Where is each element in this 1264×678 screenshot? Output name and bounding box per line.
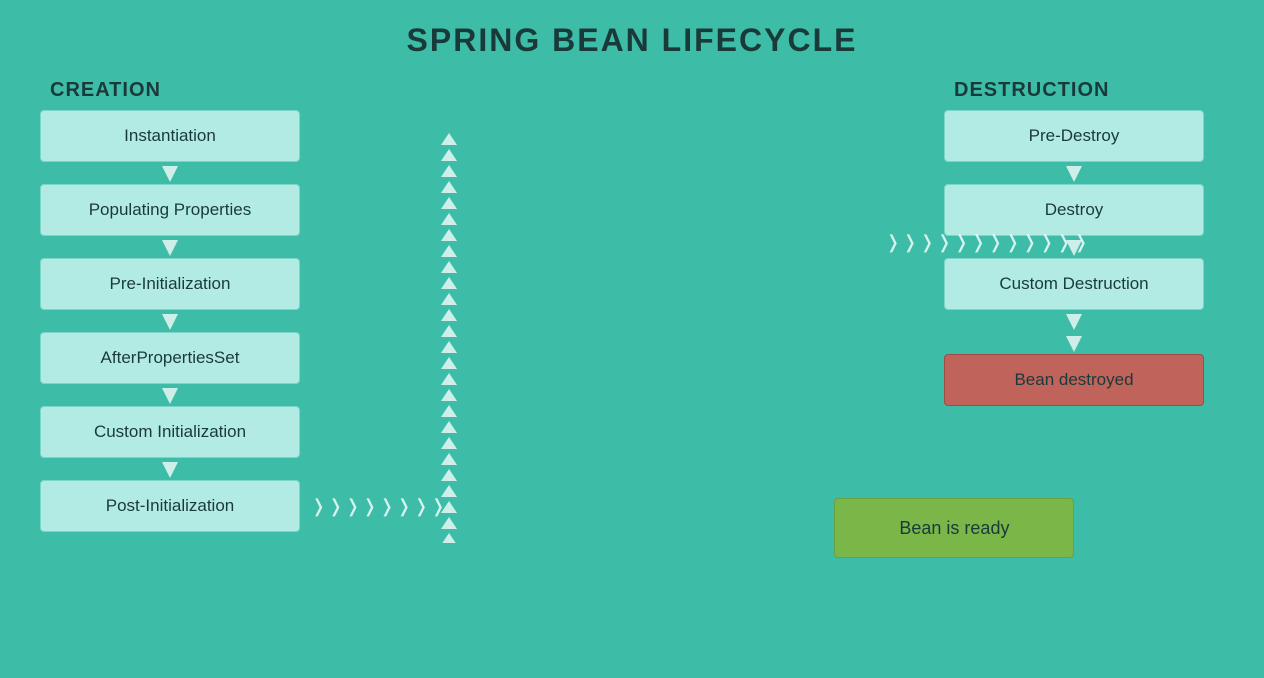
arrow-1 [40,164,300,182]
bean-destroyed-box: Bean destroyed [944,354,1204,406]
d-arrow-4 [944,334,1204,352]
creation-column: CREATION Instantiation Populating Proper… [40,79,344,532]
vertical-arrows-svg [431,123,467,543]
pre-destroy-box: Pre-Destroy [944,110,1204,162]
arrow-3 [40,312,300,330]
bean-ready-box: Bean is ready [834,498,1074,558]
top-horizontal-arrows: ❭ ❭ ❭ ❭ ❭ ❭ ❭ ❭ ❭ ❭ ❭ ❭ [884,233,1089,251]
instantiation-box: Instantiation [40,110,300,162]
bean-ready-area: Bean is ready [834,498,1074,558]
destruction-label: DESTRUCTION [954,79,1109,102]
populating-properties-box: Populating Properties [40,184,300,236]
arrow-5 [40,460,300,478]
custom-initialization-box: Custom Initialization [40,406,300,458]
pre-initialization-box: Pre-Initialization [40,258,300,310]
arrow-2 [40,238,300,256]
d-arrow-3 [944,312,1204,330]
creation-label: CREATION [50,79,161,102]
arrow-4 [40,386,300,404]
page-title: SPRING BEAN LIFECYCLE [0,0,1264,69]
diagram: CREATION Instantiation Populating Proper… [0,79,1264,543]
d-arrow-1 [944,164,1204,182]
custom-destruction-box: Custom Destruction [944,258,1204,310]
post-initialization-box: Post-Initialization [40,480,300,532]
vertical-arrows-col [431,123,467,543]
destroy-box: Destroy [944,184,1204,236]
after-properties-set-box: AfterPropertiesSet [40,332,300,384]
middle-column: ❭ ❭ ❭ ❭ ❭ ❭ ❭ ❭ ❭ ❭ ❭ ❭ Bean is ready [344,123,554,543]
